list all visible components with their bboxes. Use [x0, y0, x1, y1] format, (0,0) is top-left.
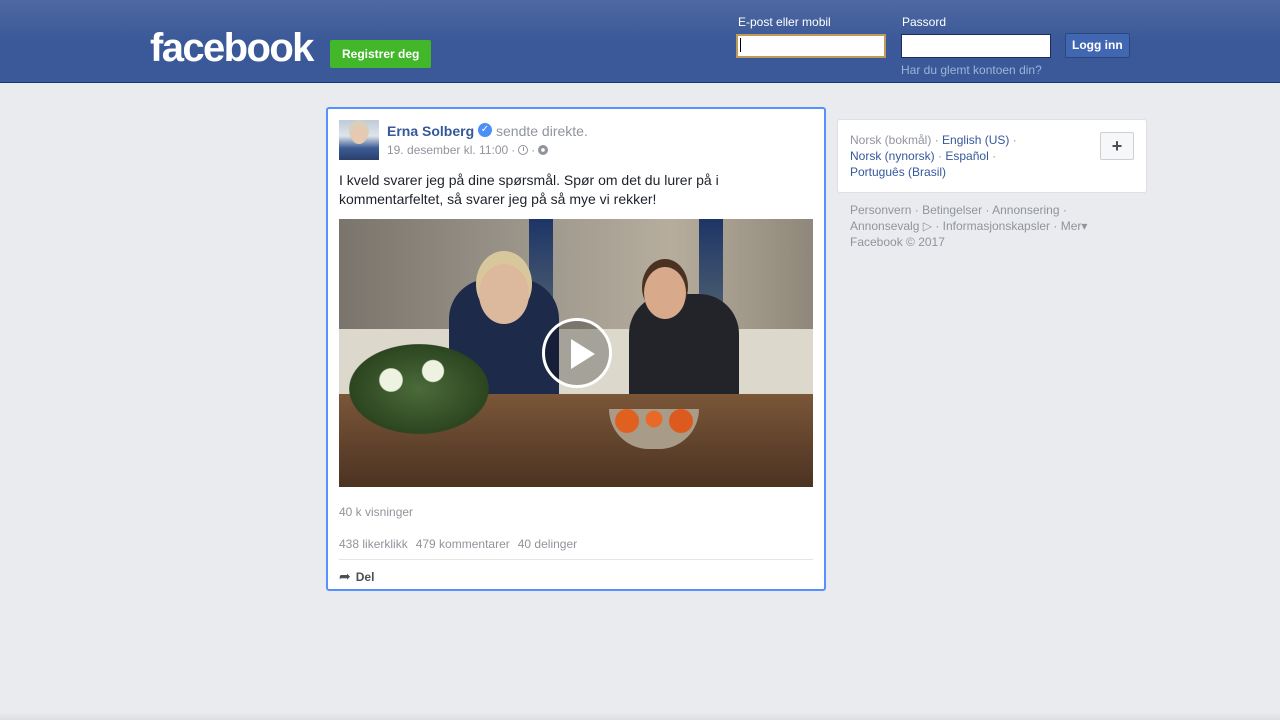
footer-link-cookies[interactable]: Informasjonskapsler: [943, 219, 1050, 233]
share-button[interactable]: ➦ Del: [339, 568, 374, 585]
email-field[interactable]: [736, 34, 886, 58]
video-scene-plants: [349, 344, 489, 434]
footer-link-advertising[interactable]: Annonsering: [992, 203, 1059, 217]
separator: ·: [938, 149, 943, 163]
separator: ·: [985, 203, 990, 217]
post-author[interactable]: Erna Solberg: [387, 123, 474, 139]
avatar-face: [351, 126, 367, 144]
likes-count[interactable]: 438 likerklikk: [339, 537, 408, 551]
login-button[interactable]: Logg inn: [1065, 33, 1130, 58]
avatar[interactable]: [339, 120, 379, 160]
video-post: Erna Solberg ✓ sendte direkte. 19. desem…: [326, 107, 826, 591]
comments-count[interactable]: 479 kommentarer: [416, 537, 510, 551]
top-bar: facebook Registrer deg E-post eller mobi…: [0, 0, 1280, 83]
separator: ·: [934, 133, 939, 147]
more-languages-button[interactable]: +: [1100, 132, 1134, 160]
separator: ·: [914, 203, 919, 217]
language-list: Norsk (bokmål) · English (US) · Norsk (n…: [850, 132, 1100, 180]
separator: ·: [935, 219, 940, 233]
video-player[interactable]: [339, 219, 813, 487]
video-scene-head: [644, 267, 686, 319]
view-count[interactable]: 40 k visninger: [339, 505, 413, 519]
meta-separator: ·: [511, 143, 516, 157]
divider: [339, 559, 813, 560]
register-button[interactable]: Registrer deg: [330, 40, 432, 68]
play-icon[interactable]: [542, 318, 612, 388]
footer-link-privacy[interactable]: Personvern: [850, 203, 911, 217]
facebook-logo[interactable]: facebook: [150, 26, 314, 70]
language-box: Norsk (bokmål) · English (US) · Norsk (n…: [837, 119, 1147, 193]
footer-link-more[interactable]: Mer: [1061, 219, 1082, 233]
separator: ·: [992, 149, 997, 163]
current-language: Norsk (bokmål): [850, 133, 932, 147]
meta-separator: ·: [531, 143, 536, 157]
post-meta: 19. desember kl. 11:00 · ·: [387, 143, 549, 157]
language-link[interactable]: Español: [945, 149, 988, 163]
post-action: sendte direkte.: [496, 123, 588, 139]
post-text: I kveld svarer jeg på dine spørsmål. Spø…: [339, 172, 719, 207]
language-link[interactable]: Norsk (nynorsk): [850, 149, 935, 163]
footer-link-terms[interactable]: Betingelser: [922, 203, 982, 217]
verified-badge-icon: ✓: [478, 123, 492, 137]
share-label: Del: [355, 569, 375, 584]
footer-links: Personvern · Betingelser · Annonsering ·…: [850, 202, 1140, 250]
clock-icon: [518, 145, 529, 155]
forgot-account-link[interactable]: Har du glemt kontoen din?: [901, 63, 1042, 77]
language-link[interactable]: Português (Brasil): [850, 165, 946, 179]
email-label: E-post eller mobil: [738, 15, 831, 29]
footer-link-adchoices[interactable]: Annonsevalg: [850, 219, 919, 233]
password-field[interactable]: [901, 34, 1051, 58]
globe-icon: [538, 145, 549, 155]
share-arrow-icon: ➦: [339, 568, 351, 584]
post-date[interactable]: 19. desember kl. 11:00: [387, 143, 508, 157]
bottom-edge: [0, 712, 1280, 720]
video-scene-head: [479, 264, 529, 324]
separator: ·: [1062, 203, 1067, 217]
separator: ·: [1012, 133, 1017, 147]
engagement-stats: 438 likerklikk 479 kommentarer 40 deling…: [339, 537, 577, 551]
adchoices-icon: ▷: [922, 219, 932, 233]
copyright: Facebook © 2017: [850, 235, 945, 249]
caret-down-icon: ▾: [1081, 219, 1088, 233]
text-caret: [740, 38, 741, 52]
separator: ·: [1053, 219, 1058, 233]
language-link[interactable]: English (US): [942, 133, 1009, 147]
password-label: Passord: [902, 15, 947, 29]
shares-count[interactable]: 40 delinger: [518, 537, 577, 551]
